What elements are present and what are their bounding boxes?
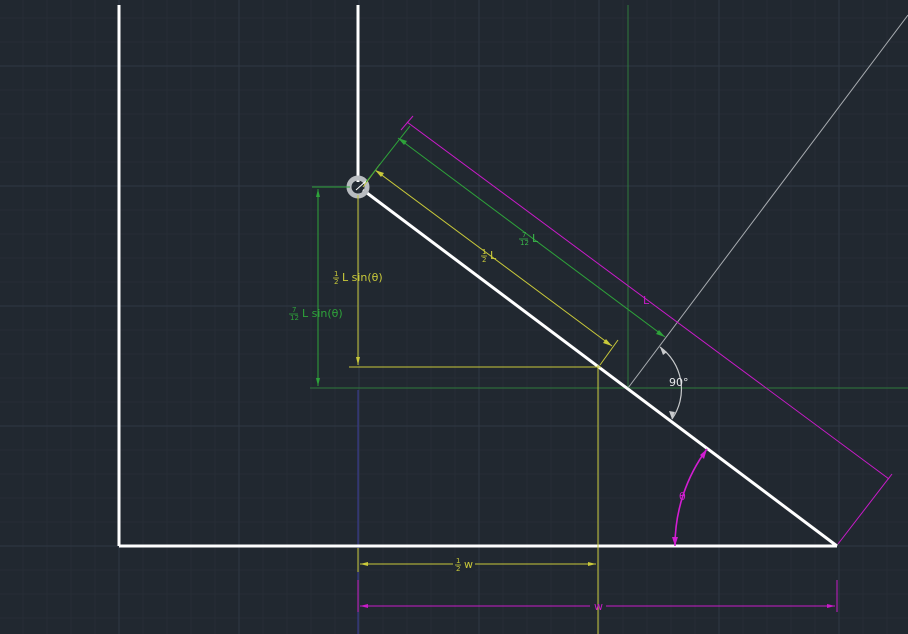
label-7-12-L-sym: L (532, 232, 539, 245)
label-w: w (594, 600, 603, 613)
label-half-w-num: 1 (456, 557, 460, 565)
label-7-12-L-den: 12 (520, 239, 529, 247)
label-half-L-den: 2 (482, 256, 486, 264)
label-half-Lsin-text: L sin(θ) (342, 271, 383, 284)
ladder-geometry-diagram: 1 2 L 7 12 L L 1 2 L sin(θ) 7 12 L sin(θ… (0, 0, 908, 634)
label-half-Lsin-num: 1 (334, 270, 338, 278)
label-half-w: 1 2 w (453, 557, 475, 573)
label-7-12-Lsin-text: L sin(θ) (302, 307, 343, 320)
label-theta: θ (679, 490, 686, 503)
label-half-w-sym: w (464, 558, 473, 571)
label-7-12-Lsin-den: 12 (290, 314, 299, 322)
label-half-w-den: 2 (456, 565, 460, 573)
label-7-12-Lsin-num: 7 (292, 306, 296, 314)
label-L: L (643, 294, 650, 307)
label-half-Lsin-den: 2 (334, 278, 338, 286)
label-half-L-num: 1 (482, 248, 486, 256)
label-7-12-L-num: 7 (522, 231, 526, 239)
label-half-L-sym: L (490, 249, 497, 262)
background (0, 0, 908, 634)
label-90-degrees: 90° (669, 376, 689, 389)
